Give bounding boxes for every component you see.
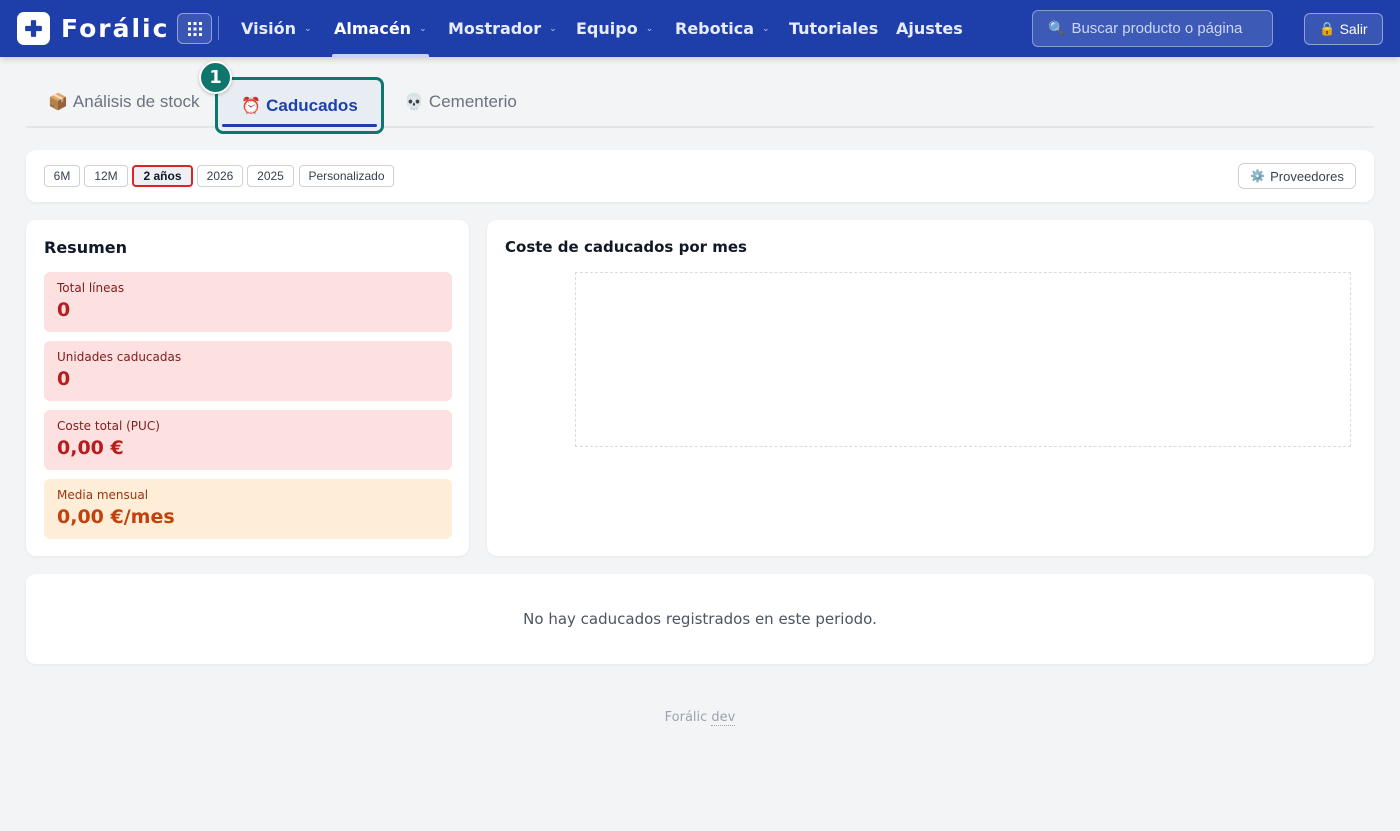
footer-env-link[interactable]: dev [711, 710, 736, 726]
chevron-down-icon: ⌄ [303, 23, 312, 34]
tab-stock-analysis[interactable]: 📦 Análisis de stock [48, 77, 200, 126]
gear-icon: ⚙️ [1250, 169, 1266, 183]
stat-expired-units: Unidades caducadas 0 [44, 341, 452, 401]
stat-monthly-average: Media mensual 0,00 €/mes [44, 479, 452, 539]
alarm-clock-icon: ⏰ [241, 97, 262, 115]
chevron-down-icon: ⌄ [549, 23, 557, 34]
search-box[interactable]: 🔍 [1032, 10, 1273, 47]
top-navbar: Forálic Visión ⌄ Almacén ⌄ Mostrador ⌄ Equi… [0, 0, 1400, 57]
nav-item-label: Equipo [576, 19, 638, 38]
stat-label: Coste total (PUC) [57, 419, 160, 433]
chevron-down-icon: ⌄ [419, 23, 427, 34]
nav-item-mostrador[interactable]: Mostrador ⌄ [448, 0, 557, 57]
stat-label: Unidades caducadas [57, 350, 182, 364]
stat-label: Total líneas [57, 281, 125, 295]
stat-value: 0,00 € [57, 437, 124, 459]
period-chip-2025[interactable]: 2025 [247, 165, 294, 187]
brand-name: Forálic [61, 14, 170, 43]
period-chip-custom[interactable]: Personalizado [299, 165, 394, 187]
footer-brand: Forálic [664, 710, 708, 725]
empty-state-message: No hay caducados registrados en este per… [523, 610, 877, 628]
stat-value: 0 [57, 368, 71, 390]
period-filter-bar: 6M 12M 2 años 2026 2025 Personalizado ⚙️… [26, 150, 1374, 202]
nav-item-rebotica[interactable]: Rebotica ⌄ [675, 0, 770, 57]
chart-title: Coste de caducados por mes [505, 238, 747, 256]
period-chip-6m[interactable]: 6M [44, 165, 80, 187]
nav-item-label: Mostrador [448, 19, 542, 38]
brand-logo[interactable]: Forálic [17, 12, 169, 45]
tab-label: Análisis de stock [72, 91, 200, 111]
footer: Forálic dev [0, 710, 1400, 726]
stat-label: Media mensual [57, 488, 149, 502]
nav-item-tutoriales[interactable]: Tutoriales [789, 0, 878, 57]
chart-plot-area [575, 272, 1351, 447]
tab-cemetery[interactable]: 💀 Cementerio [404, 77, 517, 126]
tab-label: Caducados [266, 95, 358, 115]
apps-grid-button[interactable] [177, 13, 212, 44]
search-icon: 🔍 [1048, 20, 1066, 37]
nav-item-vision[interactable]: Visión ⌄ [241, 0, 312, 57]
stat-value: 0 [57, 299, 71, 321]
nav-item-label: Visión [241, 19, 296, 38]
search-input[interactable] [1071, 20, 1262, 37]
nav-item-label: Tutoriales [789, 19, 879, 38]
period-chip-2-years[interactable]: 2 años [132, 165, 193, 187]
monthly-cost-chart-card: Coste de caducados por mes [487, 220, 1374, 556]
period-chip-2026[interactable]: 2026 [197, 165, 243, 187]
empty-state-card: No hay caducados registrados en este per… [26, 574, 1374, 664]
stat-total-cost: Coste total (PUC) 0,00 € [44, 410, 452, 470]
chevron-down-icon: ⌄ [762, 23, 770, 34]
nav-item-label: Almacén [334, 19, 412, 38]
plus-cross-icon [17, 12, 50, 45]
grid-icon [187, 21, 202, 36]
providers-label: Proveedores [1270, 168, 1344, 184]
tab-label: Cementerio [428, 91, 517, 111]
lock-icon: 🔒 [1319, 21, 1336, 36]
logout-button[interactable]: 🔒 Salir [1304, 13, 1383, 45]
nav-item-equipo[interactable]: Equipo ⌄ [576, 0, 653, 57]
nav-item-label: Rebotica [675, 19, 755, 38]
tab-expired[interactable]: ⏰ Caducados [215, 77, 384, 134]
package-icon: 📦 [48, 93, 68, 111]
period-chip-12m[interactable]: 12M [84, 165, 128, 187]
nav-divider [218, 16, 219, 40]
step-badge: 1 [199, 61, 232, 94]
chevron-down-icon: ⌄ [645, 23, 654, 34]
skull-icon: 💀 [404, 93, 424, 111]
nav-item-almacen[interactable]: Almacén ⌄ [332, 0, 429, 57]
nav-item-ajustes[interactable]: Ajustes [896, 0, 963, 57]
nav-item-label: Ajustes [896, 19, 963, 38]
active-tab-indicator [222, 124, 377, 127]
stat-value: 0,00 €/mes [57, 506, 175, 528]
summary-title: Resumen [44, 238, 127, 257]
logout-label: Salir [1339, 21, 1368, 37]
summary-card: Resumen Total líneas 0 Unidades caducada… [26, 220, 469, 556]
providers-button[interactable]: ⚙️ Proveedores [1238, 163, 1356, 189]
stat-total-lines: Total líneas 0 [44, 272, 452, 332]
